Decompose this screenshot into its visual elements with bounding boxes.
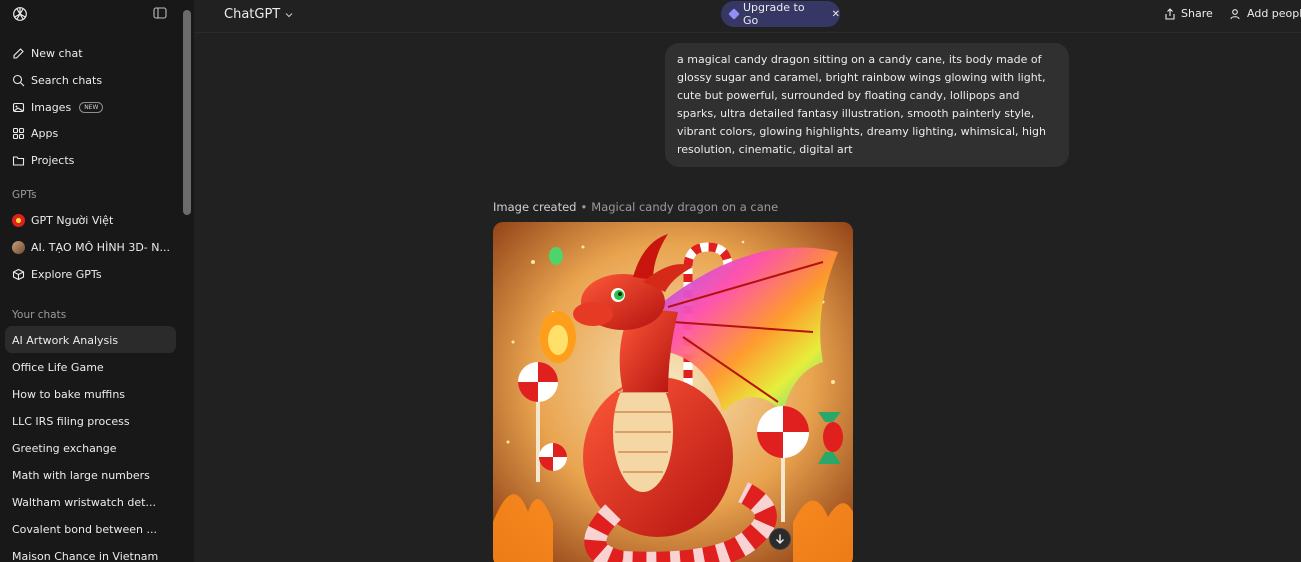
upgrade-label: Upgrade to Go bbox=[743, 1, 805, 27]
chat-item[interactable]: Maison Chance in Vietnam bbox=[12, 550, 172, 562]
chevron-down-icon bbox=[285, 12, 293, 17]
chat-item[interactable]: How to bake muffins bbox=[12, 388, 172, 401]
candy-dragon-illustration bbox=[493, 222, 853, 562]
top-header: ChatGPT Upgrade to Go ✕ Share Add people bbox=[194, 0, 1301, 33]
sidebar: New chat Search chats Images NEW Apps Pr… bbox=[0, 0, 194, 562]
edit-icon bbox=[13, 47, 24, 59]
share-label: Share bbox=[1181, 7, 1213, 20]
sidebar-toggle-icon[interactable] bbox=[153, 6, 167, 20]
close-icon[interactable]: ✕ bbox=[832, 9, 840, 20]
search-chats-label: Search chats bbox=[31, 73, 103, 87]
new-badge: NEW bbox=[79, 101, 104, 113]
add-people-button[interactable]: Add people bbox=[1230, 7, 1301, 20]
explore-gpts-button[interactable]: Explore GPTs bbox=[12, 263, 102, 285]
openai-logo-icon[interactable] bbox=[12, 6, 28, 22]
download-icon bbox=[776, 534, 784, 544]
projects-button[interactable]: Projects bbox=[12, 149, 74, 171]
image-caption: Image created • Magical candy dragon on a … bbox=[493, 200, 778, 214]
diamond-icon bbox=[728, 8, 740, 20]
folder-icon bbox=[12, 155, 25, 166]
chat-item[interactable]: Greeting exchange bbox=[12, 442, 172, 455]
new-chat-label: New chat bbox=[31, 46, 83, 60]
apps-icon bbox=[12, 127, 25, 139]
chat-item[interactable]: Office Life Game bbox=[12, 361, 172, 374]
chat-item[interactable]: Math with large numbers bbox=[12, 469, 172, 482]
gpt-item-3d-model[interactable]: AI. TẠO MÔ HÌNH 3D- N... bbox=[12, 236, 170, 258]
gpt-item-nguoi-viet[interactable]: GPT Người Việt bbox=[12, 209, 113, 231]
add-person-icon bbox=[1230, 8, 1240, 19]
generated-image[interactable] bbox=[493, 222, 853, 562]
sidebar-scrollbar[interactable] bbox=[183, 10, 191, 215]
images-icon bbox=[12, 102, 25, 112]
images-button[interactable]: Images NEW bbox=[12, 96, 104, 118]
gpt-avatar-icon bbox=[12, 213, 25, 227]
chat-item[interactable]: LLC IRS filing process bbox=[12, 415, 172, 428]
download-button[interactable] bbox=[769, 528, 791, 550]
caption-separator: • bbox=[580, 200, 588, 214]
apps-label: Apps bbox=[31, 126, 59, 140]
chat-item[interactable]: AI Artwork Analysis bbox=[12, 334, 172, 347]
gpt-item-label: AI. TẠO MÔ HÌNH 3D- N... bbox=[31, 240, 170, 254]
your-chats-section-label: Your chats bbox=[12, 309, 67, 321]
add-people-label: Add people bbox=[1247, 7, 1301, 20]
projects-label: Projects bbox=[31, 153, 75, 167]
explore-gpts-label: Explore GPTs bbox=[31, 267, 102, 281]
image-created-label: Image created bbox=[493, 200, 577, 214]
image-title: Magical candy dragon on a cane bbox=[591, 200, 779, 214]
share-icon bbox=[1165, 7, 1175, 20]
search-icon bbox=[12, 74, 25, 86]
images-label: Images bbox=[31, 100, 72, 114]
share-button[interactable]: Share bbox=[1164, 7, 1213, 20]
model-selector[interactable]: ChatGPT bbox=[224, 7, 294, 22]
cube-icon bbox=[12, 268, 25, 280]
gpt-item-label: GPT Người Việt bbox=[31, 213, 114, 227]
chat-item[interactable]: Waltham wristwatch det... bbox=[12, 496, 172, 509]
user-prompt-bubble: a magical candy dragon sitting on a cand… bbox=[665, 43, 1069, 167]
gpts-section-label: GPTs bbox=[12, 189, 37, 201]
new-chat-button[interactable]: New chat bbox=[12, 42, 83, 64]
apps-button[interactable]: Apps bbox=[12, 122, 58, 144]
gpt-avatar-icon bbox=[12, 240, 25, 254]
search-chats-button[interactable]: Search chats bbox=[12, 69, 102, 91]
model-name-label: ChatGPT bbox=[224, 7, 281, 22]
upgrade-button[interactable]: Upgrade to Go ✕ bbox=[721, 1, 840, 27]
chat-item[interactable]: Covalent bond between ... bbox=[12, 523, 172, 536]
